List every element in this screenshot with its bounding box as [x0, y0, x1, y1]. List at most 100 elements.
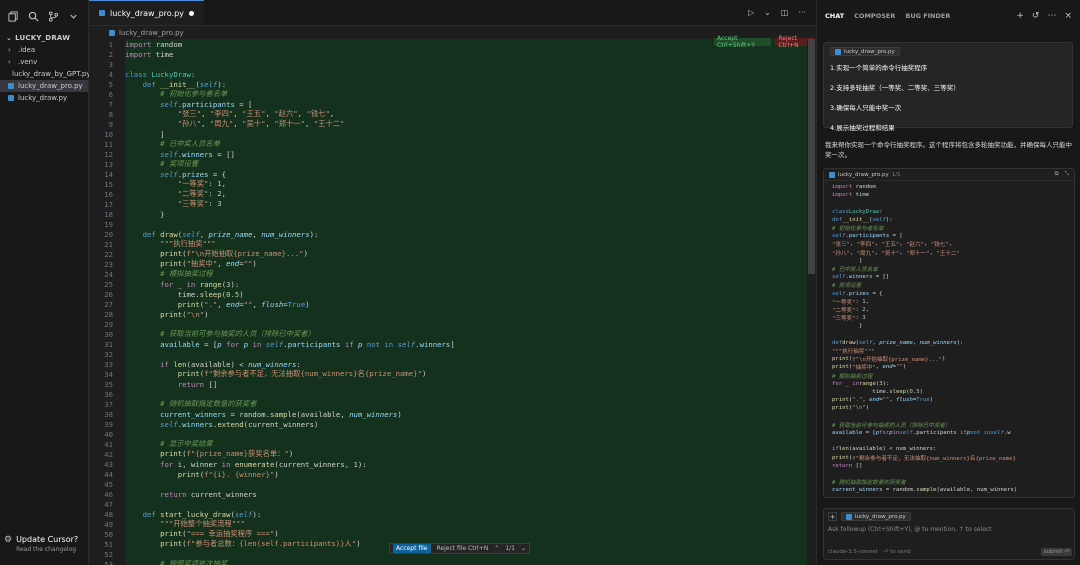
changelog-link[interactable]: Read the changelog [16, 546, 78, 553]
code-line[interactable]: 15 "一等奖": 1, [89, 179, 807, 189]
tree-item-venv[interactable]: › .venv [0, 56, 88, 68]
code-line[interactable]: 29 [89, 319, 807, 329]
code-line[interactable]: 2 import time [89, 49, 807, 59]
tree-item-lucky-draw-pro[interactable]: lucky_draw_pro.py [0, 80, 88, 92]
more-icon[interactable]: ··· [798, 8, 806, 17]
code-line[interactable]: 23 print("抽奖中", end="") [89, 259, 807, 269]
code-line[interactable]: 16 "二等奖": 2, [89, 189, 807, 199]
update-notification[interactable]: ⚙ Update Cursor? Read the changelog [4, 535, 86, 559]
code-line[interactable]: 48 def start_lucky_draw(self): [89, 509, 807, 519]
code-line[interactable]: 25 for _ in range(3): [89, 279, 807, 289]
code-line[interactable]: 5 def __init__(self): [89, 79, 807, 89]
accept-file-button[interactable]: Accept file [393, 544, 431, 553]
plus-icon[interactable]: + [1016, 11, 1024, 21]
code-line[interactable]: 40 [89, 429, 807, 439]
breadcrumb-file[interactable]: lucky_draw_pro.py [119, 29, 184, 37]
code-line[interactable]: 7 self.participants = [ [89, 99, 807, 109]
card-code-line: # 随机抽取指定数量的获奖者 [832, 480, 906, 487]
code-line[interactable]: 19 [89, 219, 807, 229]
code-line[interactable]: 37 # 随机抽取指定数量的获奖者 [89, 399, 807, 409]
accept-inline-button[interactable]: Accept Ctrl+Shift+Y [714, 35, 772, 49]
code-line[interactable]: 38 current_winners = random.sample(avail… [89, 409, 807, 419]
code-line[interactable]: 4 class LuckyDraw: [89, 69, 807, 79]
editor-scrollbar[interactable] [807, 39, 816, 565]
close-icon[interactable]: × [1064, 11, 1072, 21]
tree-item-lucky-draw[interactable]: lucky_draw.py [0, 92, 88, 104]
code-line[interactable]: 44 print(f"{i}. {winner}") [89, 469, 807, 479]
scrollbar-thumb[interactable] [808, 39, 815, 274]
code-line[interactable]: 26 time.sleep(0.5) [89, 289, 807, 299]
code-line[interactable]: 9 "孙八", "周九", "吴十", "郑十一", "王十二" [89, 119, 807, 129]
code-editor[interactable]: 1 import random 2 import time 3 4 class LuckyD… [89, 39, 807, 565]
code-line[interactable]: 13 # 奖项设置 [89, 159, 807, 169]
chat-input-box[interactable]: + lucky_draw_pro.py Ask followup (Ctrl+S… [823, 508, 1075, 560]
code-line[interactable]: 22 print(f"\n开始抽取{prize_name}...") [89, 249, 807, 259]
code-line[interactable]: 21 """执行抽奖""" [89, 239, 807, 249]
code-text: import random [125, 39, 183, 49]
code-line[interactable]: 36 [89, 389, 807, 399]
code-line[interactable]: 47 [89, 499, 807, 509]
code-line[interactable]: 33 if len(available) < num_winners: [89, 359, 807, 369]
more-icon[interactable]: ⋯ [1047, 11, 1056, 21]
code-line[interactable]: 42 print(f"{prize_name}获奖名单：") [89, 449, 807, 459]
tab-lucky-draw-pro[interactable]: lucky_draw_pro.py [89, 0, 204, 25]
code-line[interactable]: 49 """开始整个抽奖流程""" [89, 519, 807, 529]
code-text: "一等奖": 1, [177, 179, 227, 188]
run-icon[interactable]: ▷ [748, 8, 754, 17]
code-line[interactable]: 28 print("\n") [89, 309, 807, 319]
split-editor-icon[interactable]: ◫ [781, 8, 789, 17]
chevron-down-icon[interactable] [66, 9, 80, 23]
project-title[interactable]: ⌄ LUCKY_DRAW [0, 32, 88, 44]
code-line[interactable]: 39 self.winners.extend(current_winners) [89, 419, 807, 429]
code-line[interactable]: 50 print("=== 幸运抽奖程序 ===") [89, 529, 807, 539]
code-line[interactable]: 32 [89, 349, 807, 359]
tree-item-lucky-draw-by-gpt[interactable]: lucky_draw_by_GPT.py [0, 68, 91, 80]
collapse-icon[interactable]: ⤡ [1065, 171, 1069, 178]
input-file-chip[interactable]: lucky_draw_pro.py [841, 512, 911, 521]
code-line[interactable]: 34 print(f"剩余参与者不足，无法抽取{num_winners}名{pr… [89, 369, 807, 379]
code-line[interactable]: 17 "三等奖": 3 [89, 199, 807, 209]
submit-button[interactable]: submit ⏎ [1040, 548, 1072, 556]
source-control-icon[interactable] [46, 9, 60, 23]
code-line[interactable]: 6 # 初始化参与者名单 [89, 89, 807, 99]
files-icon[interactable] [6, 9, 20, 23]
code-line[interactable]: 41 # 显示中奖结果 [89, 439, 807, 449]
tab-bug-finder[interactable]: BUG FINDER [905, 12, 950, 20]
code-line[interactable]: 20 def draw(self, prize_name, num_winner… [89, 229, 807, 239]
code-line[interactable]: 14 self.prizes = { [89, 169, 807, 179]
tree-item-idea[interactable]: › .idea [0, 44, 88, 56]
card-file-name[interactable]: lucky_draw_pro.py [838, 172, 889, 178]
code-line[interactable]: 35 return [] [89, 379, 807, 389]
code-line[interactable]: 11 # 已中奖人员名单 [89, 139, 807, 149]
followup-input[interactable]: Ask followup (Ctrl+Shift+Y), @ to mentio… [828, 526, 992, 533]
reject-file-button[interactable]: Reject file Ctrl+N [437, 545, 489, 552]
tab-composer[interactable]: COMPOSER [854, 12, 895, 20]
code-line[interactable]: 8 "张三", "李四", "王五", "赵六", "钱七", [89, 109, 807, 119]
code-line[interactable]: 1 import random [89, 39, 807, 49]
chevron-up-icon[interactable]: ⌃ [494, 545, 499, 552]
model-selector[interactable]: claude-3.5-sonnet [828, 549, 878, 555]
code-line[interactable]: 53 # 按照奖项依次抽奖 [89, 559, 807, 565]
search-icon[interactable] [26, 9, 40, 23]
copy-icon[interactable]: ⧉ [1055, 171, 1059, 178]
unsaved-dot-icon[interactable] [188, 10, 194, 16]
add-context-icon[interactable]: + [828, 512, 837, 521]
code-line[interactable]: 27 print(".", end="", flush=True) [89, 299, 807, 309]
user-message[interactable]: lucky_draw_pro.py 1.实现一个简单的命令行抽奖程序 2.支持多… [823, 42, 1073, 132]
code-line[interactable]: 43 for i, winner in enumerate(current_wi… [89, 459, 807, 469]
code-line[interactable]: 10 ] [89, 129, 807, 139]
tab-chat[interactable]: CHAT [825, 12, 844, 20]
code-line[interactable]: 31 available = [p for p in self.particip… [89, 339, 807, 349]
chevron-down-icon[interactable]: ⌄ [521, 545, 526, 552]
code-line[interactable]: 3 [89, 59, 807, 69]
history-icon[interactable]: ↺ [1032, 11, 1040, 21]
chevron-down-icon[interactable]: ⌄ [764, 8, 771, 17]
card-tools: ⧉ ⤡ [1055, 171, 1069, 178]
code-line[interactable]: 45 [89, 479, 807, 489]
code-line[interactable]: 30 # 获取当前可参与抽奖的人员（排除已中奖者） [89, 329, 807, 339]
code-line[interactable]: 18 } [89, 209, 807, 219]
code-line[interactable]: 12 self.winners = [] [89, 149, 807, 159]
code-line[interactable]: 24 # 模拟抽奖过程 [89, 269, 807, 279]
code-line[interactable]: 46 return current_winners [89, 489, 807, 499]
context-file-chip[interactable]: lucky_draw_pro.py [830, 47, 900, 56]
